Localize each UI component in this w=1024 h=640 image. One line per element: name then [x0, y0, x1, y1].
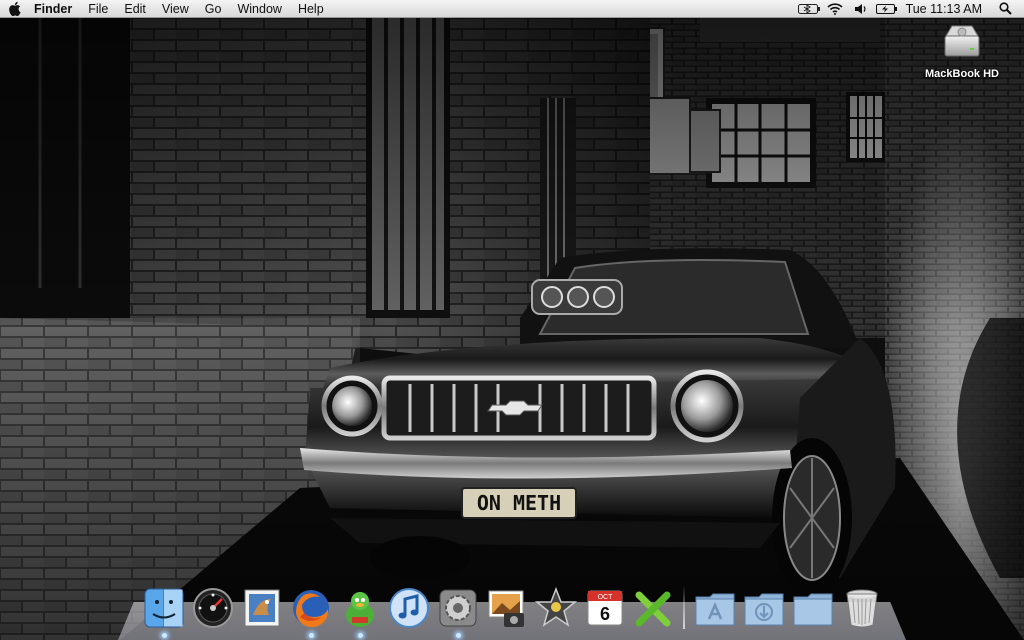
- dock-item-itunes[interactable]: [386, 584, 431, 629]
- dock-item-system-preferences[interactable]: [435, 584, 480, 638]
- finder-icon: [144, 588, 183, 628]
- dock-stack-documents[interactable]: [790, 584, 835, 629]
- downloads-folder-icon: [744, 593, 783, 626]
- mail-icon: [244, 589, 279, 627]
- dock-item-iphoto[interactable]: [484, 584, 529, 629]
- iphoto-icon: [488, 590, 524, 627]
- dock-item-x-app[interactable]: [631, 584, 676, 629]
- license-plate-text: ON METH: [477, 491, 561, 515]
- menu-file[interactable]: File: [80, 0, 116, 18]
- dashboard-icon: [192, 588, 233, 628]
- dock-item-firefox[interactable]: [288, 584, 333, 638]
- itunes-icon: [388, 588, 429, 628]
- menu-help[interactable]: Help: [290, 0, 332, 18]
- dock-stack-downloads[interactable]: [741, 584, 786, 629]
- running-indicator: [455, 633, 461, 638]
- adium-duck-icon: [345, 592, 374, 627]
- menu-view[interactable]: View: [154, 0, 197, 18]
- documents-folder-icon: [793, 593, 832, 626]
- applications-folder-icon: [695, 593, 734, 626]
- volume-icon[interactable]: [850, 0, 872, 18]
- dock-separator: [683, 585, 685, 629]
- dock-item-adium[interactable]: [337, 584, 382, 638]
- imovie-star-icon: [534, 587, 577, 627]
- firefox-icon: [292, 590, 329, 628]
- dock-item-ical[interactable]: OCT 6: [582, 584, 627, 629]
- menu-bar: Finder File Edit View Go Window Help Tue…: [0, 0, 1024, 18]
- menubar-clock[interactable]: Tue 11:13 AM: [900, 0, 992, 18]
- running-indicator: [357, 633, 363, 638]
- x-app-icon: [635, 591, 670, 627]
- calendar-month: OCT: [597, 594, 613, 601]
- dock-item-mail[interactable]: [239, 584, 284, 629]
- dock-item-finder[interactable]: [141, 584, 186, 638]
- dock: OCT 6: [141, 579, 884, 638]
- menu-go[interactable]: Go: [197, 0, 230, 18]
- running-indicator: [308, 633, 314, 638]
- desktop-icon-label: MackBook HD: [925, 68, 999, 80]
- desktop-wallpaper: ON METH: [0, 18, 1024, 640]
- wifi-icon[interactable]: [824, 0, 846, 18]
- menu-app-finder[interactable]: Finder: [28, 0, 80, 18]
- running-indicator: [161, 633, 167, 638]
- trash-icon: [845, 589, 878, 628]
- gear-icon: [439, 589, 476, 627]
- calendar-day: 6: [599, 604, 609, 624]
- bluetooth-battery-icon[interactable]: [797, 0, 820, 18]
- spotlight-icon[interactable]: [994, 0, 1016, 18]
- desktop-icon-hard-drive[interactable]: MackBook HD: [920, 22, 1004, 80]
- dock-item-dashboard[interactable]: [190, 584, 235, 629]
- menu-edit[interactable]: Edit: [116, 0, 154, 18]
- battery-icon[interactable]: [875, 0, 898, 18]
- calendar-icon: OCT 6: [587, 590, 622, 626]
- dock-stack-applications[interactable]: [692, 584, 737, 629]
- menu-window[interactable]: Window: [229, 0, 289, 18]
- apple-menu-icon[interactable]: [0, 0, 28, 18]
- hard-drive-icon: [944, 25, 980, 57]
- dock-item-imovie[interactable]: [533, 584, 578, 629]
- dock-item-trash[interactable]: [839, 584, 884, 629]
